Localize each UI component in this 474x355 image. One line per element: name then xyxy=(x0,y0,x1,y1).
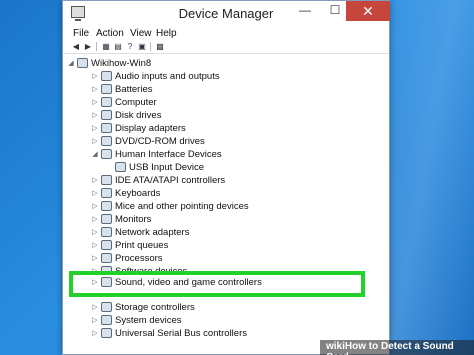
speaker-icon xyxy=(101,71,112,81)
usb-input-icon xyxy=(115,162,126,172)
disk-icon xyxy=(101,110,112,120)
usb-icon xyxy=(101,328,112,338)
watermark-text: wikiHow to Detect a Sound Card xyxy=(326,341,454,355)
toolbar-separator xyxy=(96,42,97,51)
expand-arrow-icon[interactable]: ▷ xyxy=(91,301,99,314)
keyboard-icon xyxy=(101,188,112,198)
expand-arrow-icon[interactable]: ▷ xyxy=(91,122,99,135)
toolbar-separator xyxy=(150,42,151,51)
scan-icon[interactable]: ▩ xyxy=(155,42,165,51)
printer-icon xyxy=(101,240,112,250)
menu-help[interactable]: Help xyxy=(156,28,177,39)
network-icon xyxy=(101,227,112,237)
toolbar: ◀ ▶ ▦ ▤ ? ▣ ▩ xyxy=(63,42,389,52)
expand-arrow-icon[interactable]: ▷ xyxy=(91,70,99,83)
collapse-arrow-icon[interactable]: ◢ xyxy=(91,148,99,161)
hid-icon xyxy=(101,149,112,159)
computer-root-icon xyxy=(77,58,88,68)
expand-arrow-icon[interactable]: ▷ xyxy=(91,109,99,122)
expand-arrow-icon[interactable]: ▷ xyxy=(91,276,99,289)
console-icon[interactable]: ▣ xyxy=(137,42,147,51)
device-tree: ◢ Wikihow-Win8 ▷ Audio inputs and output… xyxy=(63,53,389,355)
expand-arrow-icon[interactable]: ▷ xyxy=(91,83,99,96)
expand-arrow-icon[interactable]: ▷ xyxy=(91,96,99,109)
sound-controllers-highlight-box: ▷ Sound, video and game controllers xyxy=(69,271,365,297)
expand-arrow-icon[interactable]: ▷ xyxy=(91,174,99,187)
ide-icon xyxy=(101,175,112,185)
processor-icon xyxy=(101,253,112,263)
mouse-icon xyxy=(101,201,112,211)
expand-arrow-icon[interactable]: ▷ xyxy=(91,226,99,239)
menu-action[interactable]: Action xyxy=(96,28,124,39)
system-icon xyxy=(101,315,112,325)
expand-arrow-icon[interactable]: ▷ xyxy=(91,239,99,252)
maximize-button[interactable]: ☐ xyxy=(325,3,345,17)
expand-arrow-icon[interactable]: ▷ xyxy=(91,213,99,226)
help-icon[interactable]: ? xyxy=(125,42,135,51)
expand-arrow-icon[interactable]: ▷ xyxy=(91,327,99,340)
menu-bar: File Action View Help xyxy=(63,26,389,42)
menu-file[interactable]: File xyxy=(73,28,89,39)
expand-arrow-icon[interactable]: ▷ xyxy=(91,252,99,265)
monitor-icon xyxy=(101,214,112,224)
back-icon[interactable]: ◀ xyxy=(71,42,81,51)
expand-arrow-icon[interactable]: ▷ xyxy=(91,135,99,148)
expand-arrow-icon[interactable]: ▷ xyxy=(91,314,99,327)
sound-icon xyxy=(101,277,112,287)
battery-icon xyxy=(101,84,112,94)
computer-icon xyxy=(101,97,112,107)
close-button[interactable]: ✕ xyxy=(346,1,390,21)
minimize-button[interactable]: — xyxy=(295,3,315,17)
properties-icon[interactable]: ▦ xyxy=(101,42,111,51)
display-adapter-icon xyxy=(101,123,112,133)
dvd-icon xyxy=(101,136,112,146)
storage-icon xyxy=(101,302,112,312)
title-bar[interactable]: Device Manager — ☐ ✕ xyxy=(63,1,390,25)
collapse-arrow-icon[interactable]: ◢ xyxy=(67,57,75,70)
device-manager-window: Device Manager — ☐ ✕ File Action View He… xyxy=(62,0,390,355)
expand-arrow-icon[interactable]: ▷ xyxy=(91,200,99,213)
expand-arrow-icon[interactable]: ▷ xyxy=(91,187,99,200)
folder-icon[interactable]: ▤ xyxy=(113,42,123,51)
menu-view[interactable]: View xyxy=(130,28,152,39)
forward-icon[interactable]: ▶ xyxy=(83,42,93,51)
